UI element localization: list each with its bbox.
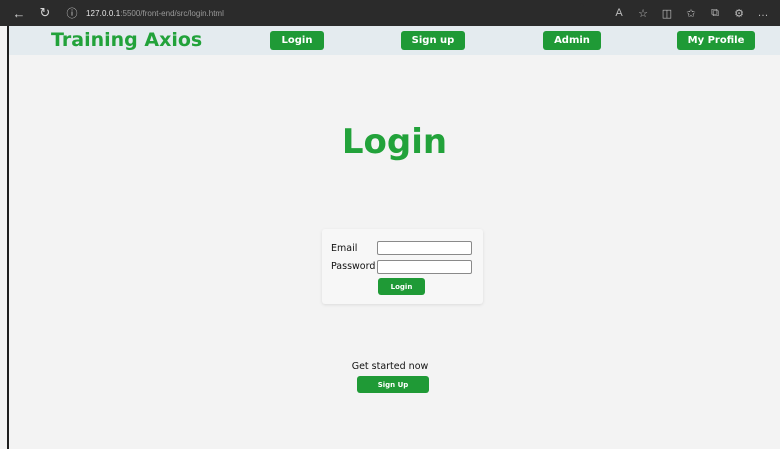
browser-toolbar: ← ↻ ⓘ 127.0.0.1:5500/front-end/src/login… (0, 0, 780, 26)
back-arrow-icon[interactable]: ← (8, 2, 30, 24)
collections-icon[interactable]: ⧉ (704, 2, 726, 24)
get-started-text: Get started now (351, 361, 429, 372)
site-navbar: Training Axios Login Sign up Admin My Pr… (9, 26, 780, 55)
signup-cta-button[interactable]: Sign Up (357, 376, 429, 393)
login-submit-button[interactable]: Login (378, 278, 425, 295)
nav-login-button[interactable]: Login (270, 31, 324, 50)
favorite-icon[interactable]: ☆ (632, 2, 654, 24)
favorites-icon[interactable]: ✩ (680, 2, 702, 24)
split-screen-icon[interactable]: ◫ (656, 2, 678, 24)
reload-icon[interactable]: ↻ (34, 2, 56, 24)
email-label: Email (331, 243, 358, 254)
url-host: 127.0.0.1 (86, 8, 121, 18)
nav-signup-button[interactable]: Sign up (401, 31, 465, 50)
login-form: Email Password Login (322, 229, 483, 304)
window-left-edge (0, 26, 9, 449)
address-bar[interactable]: ⓘ 127.0.0.1:5500/front-end/src/login.htm… (64, 3, 584, 23)
email-field[interactable] (377, 241, 472, 255)
url-path: :5500/front-end/src/login.html (120, 8, 224, 18)
extensions-icon[interactable]: ⚙ (728, 2, 750, 24)
nav-my-profile-button[interactable]: My Profile (677, 31, 755, 50)
nav-admin-button[interactable]: Admin (543, 31, 601, 50)
password-label: Password (331, 261, 376, 272)
brand-title[interactable]: Training Axios (51, 29, 202, 51)
password-field[interactable] (377, 260, 472, 274)
more-icon[interactable]: … (752, 2, 774, 24)
page-title: Login (341, 122, 448, 162)
info-icon[interactable]: ⓘ (64, 5, 80, 21)
read-aloud-icon[interactable]: A (608, 2, 630, 24)
browser-actions: A ☆ ◫ ✩ ⧉ ⚙ … (608, 2, 780, 24)
